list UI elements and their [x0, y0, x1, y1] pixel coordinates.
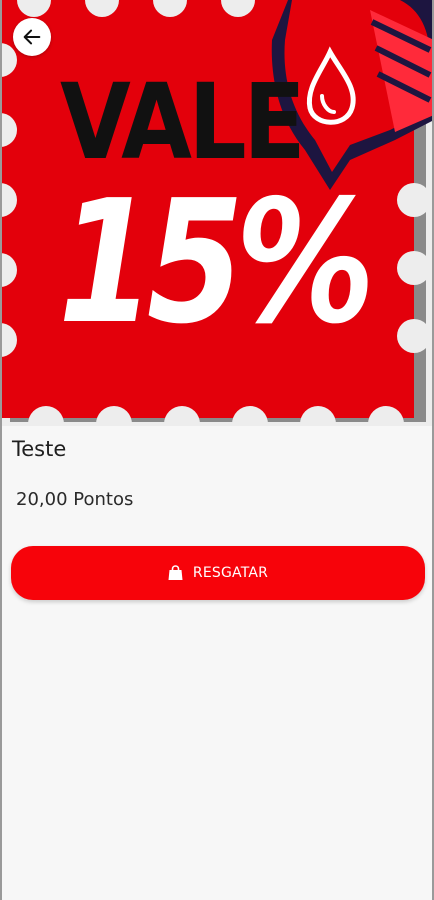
back-button[interactable]	[13, 18, 51, 56]
redeem-button-label: RESGATAR	[192, 565, 269, 581]
redeem-button[interactable]: RESGATAR	[11, 546, 425, 600]
left-edge	[0, 0, 2, 900]
product-points: 20,00 Pontos	[16, 489, 134, 510]
stamp-graphic	[0, 0, 434, 426]
product-title: Teste	[12, 437, 67, 461]
product-image: VALE 15%	[0, 0, 434, 426]
arrow-left-icon	[23, 29, 41, 45]
shopping-bag-icon	[168, 565, 183, 581]
